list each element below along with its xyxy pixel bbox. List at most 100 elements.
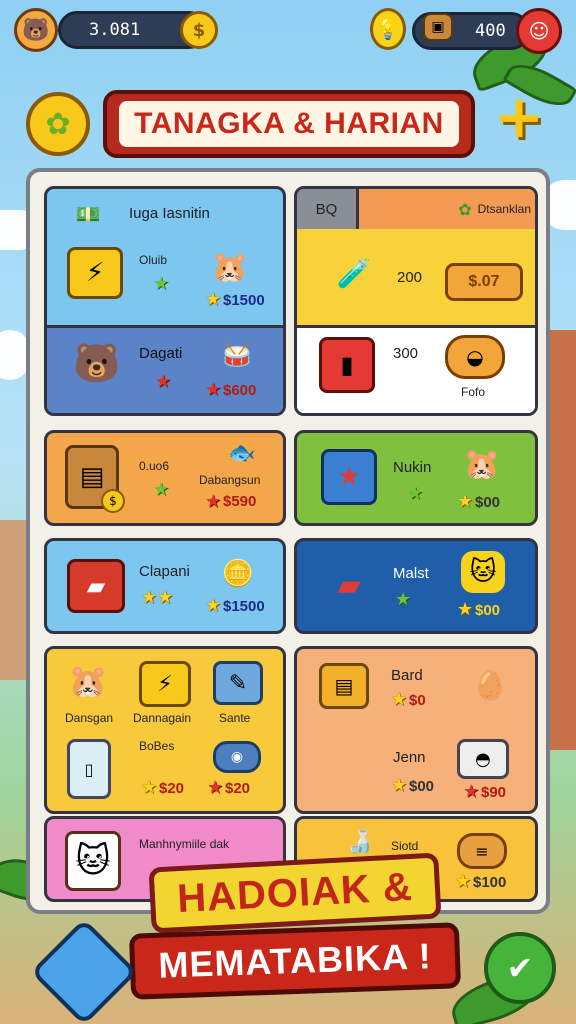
lightbulb-icon[interactable]: 💡 [370,8,406,50]
card-4[interactable]: ▰ Clapani ★★ 🪙 ★ $1500 [44,538,286,634]
card-2-label: Dagati [139,345,183,362]
paint-tube-icon: ▰ [337,567,361,603]
card-3[interactable]: ▤ $ 0.uo6 ★ 🐟 Dabangsun ★ $590 [44,430,286,526]
star-icon: ★ [457,491,474,512]
right-card-5[interactable]: ▤ Bard ★ $0 🥚 Jenn ★ $00 ◓ ★ $90 [294,646,538,814]
star-icon: ★ [463,781,480,802]
lightning-box-icon: ⚡ [67,247,123,299]
title-banner: TANAGKA & HARIAN [103,90,475,158]
player-avatar[interactable]: 🐻 [14,8,58,52]
tab-main-label: Dtsanklan [477,202,531,216]
card-1-label: Iuga Iasnitin [129,205,210,222]
right-card-1[interactable]: BQ ✿ Dtsanklan 🧪 200 $.07 ▮ 300 ◒ Fofo [294,186,538,416]
fish-icon: 🐟 [228,440,256,466]
leaf-coin-button[interactable]: ✿ [26,92,90,156]
money-icon: 💵 [75,202,101,226]
tab-main-icon: ✿ [458,199,472,219]
star-book-icon: ★ [321,449,377,505]
right-card-4-price: $00 [475,602,501,619]
right-card-3[interactable]: ★ Nukin ★ 🐹 ★ $00 [294,430,538,526]
currency-left-value: 3.081 [89,20,141,40]
reward-banner-line1: HADOIAK & [148,852,442,934]
card-5-item-label3: Sante [219,711,251,725]
paint-brush-icon: ✎ [213,661,263,705]
star-icon: ★ [205,491,222,512]
diamond-button[interactable] [30,918,138,1024]
right-card-3-price: $00 [475,494,501,511]
tin-can-icon: ◉ [213,741,261,773]
jar-icon: ▯ [67,739,111,799]
bread-icon: ≡ [457,833,507,869]
card-3-item-label: Dabangsun [199,473,261,487]
coin-icon: $ [101,489,125,513]
coin-icon[interactable]: $ [180,11,218,49]
bottle-icon: 🍶 [346,829,374,855]
right-card-5-price-b: $00 [409,778,435,795]
star-icon: ★ [395,589,412,610]
egg-boxes-icon: 🥚 [472,668,508,702]
right-card-5-label: Bard [391,667,423,684]
card-5[interactable]: 🐹 Dansgan ⚡ Dannagain ✎ Sante ▯ BoBes ★ … [44,646,286,814]
cooking-pot-icon: ◓ [457,739,509,779]
confirm-button[interactable]: ✔ [484,932,556,1004]
star-icon: ★ [205,289,222,310]
card-4-price: $1500 [223,598,265,615]
star-icon: ★ [153,273,170,294]
add-plus-button[interactable]: + [488,82,550,152]
card-1-price: $1500 [223,292,265,309]
right-card-5-price: $0 [409,692,426,709]
crate-icon: ▣ [423,13,453,41]
paint-tube-icon: ▰ [67,559,125,613]
tab-small-label: BQ [315,200,338,218]
strawberry-icon[interactable]: ☺ [516,8,562,54]
star-icon: ★ [207,777,224,798]
right-card-4[interactable]: ▰ Malst ★ 🐱 ★ $00 [294,538,538,634]
star-icon: ★ [455,871,472,892]
currency-right-value: 400 [475,21,506,41]
right-card-1-count: 200 [397,269,423,286]
cat-icon: 🐱 [461,551,505,593]
tab-main[interactable]: ✿ Dtsanklan [359,189,535,229]
right-card-3-label: Nukin [393,459,432,476]
right-card-6-label: Siotd [391,839,419,853]
quest-board: 💵 Iuga Iasnitin ⚡ Oluib ★ 🐹 ★ $1500 🐻 Da… [26,168,550,914]
reward-banner-line2: MEMATABIKA ! [128,922,462,1000]
star-icon: ★★ [141,587,174,608]
crate-icon: ▤ [319,663,369,709]
pie-icon: ◒ [445,335,505,379]
hamster-icon: 🐹 [68,662,108,700]
buy-button[interactable]: $.07 [445,263,523,301]
star-icon: ★ [391,775,408,796]
drum-icon: 🥁 [222,340,252,368]
card-4-label: Clapani [139,563,190,580]
star-icon: ★ [141,777,158,798]
card-5-price-b: $20 [159,780,185,797]
right-card-4-label: Malst [393,565,429,582]
card-5-price-c: $20 [225,780,251,797]
tab-small[interactable]: BQ [297,189,359,229]
star-icon: ★ [153,479,170,500]
page-title: TANAGKA & HARIAN [119,101,459,147]
star-icon: ★ [205,379,222,400]
right-card-6-price: $100 [473,874,507,891]
card-1-item-label: Oluib [139,253,168,267]
card-3-price: $590 [223,493,257,510]
cat-icon: 🐱 [65,831,121,891]
star-icon: ★ [391,689,408,710]
card-2-price: $600 [223,382,257,399]
card-1[interactable]: 💵 Iuga Iasnitin ⚡ Oluib ★ 🐹 ★ $1500 🐻 Da… [44,186,286,416]
coin-pile-icon: 🪙 [221,559,255,589]
star-icon: ★ [457,599,474,620]
right-card-5-price-c: $90 [481,784,507,801]
card-5-item-label2: Dannagain [133,711,192,725]
star-icon: ★ [205,595,222,616]
right-card-5-label-b: Jenn [393,749,426,766]
hamster-icon: 🐹 [463,446,501,482]
star-icon: ★ [155,371,172,392]
card-3-label: 0.uo6 [139,459,170,473]
right-card-2-item-label: Fofo [461,385,486,399]
lightning-box-icon: ⚡ [139,661,191,707]
star-icon: ★ [407,483,424,504]
card-6-label: Manhnymiile dak [139,837,230,851]
hamster-icon: 🐹 [211,249,249,285]
